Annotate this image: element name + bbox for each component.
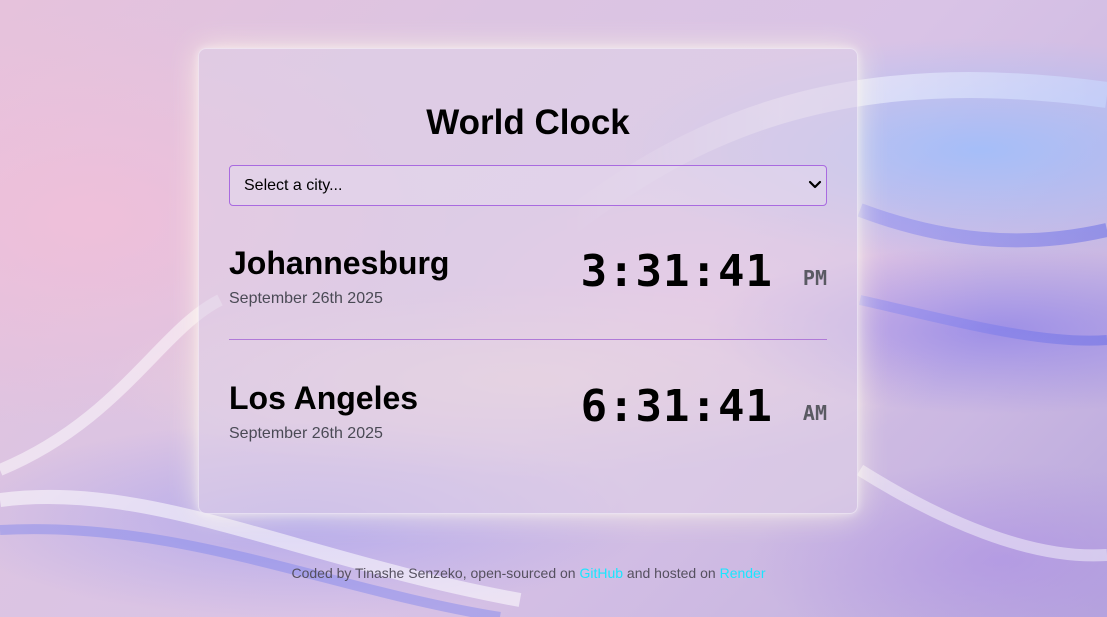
footer-middle: and hosted on [623,565,720,581]
page-title: World Clock [426,103,630,142]
city-date: September 26th 2025 [229,290,383,307]
city-row-los-angeles: Los Angeles September 26th 2025 6:31:41 … [229,340,827,473]
github-link[interactable]: GitHub [579,565,623,581]
city-row-johannesburg: Johannesburg September 26th 2025 3:31:41… [229,206,827,340]
city-ampm: AM [802,401,827,425]
city-name: Johannesburg [229,245,450,281]
city-time: 3:31:41 [580,246,773,297]
city-select[interactable]: Select a city... [229,165,827,206]
render-link[interactable]: Render [720,565,766,581]
city-name: Los Angeles [229,380,419,416]
chevron-down-icon [808,180,822,189]
footer: Coded by Tinashe Senzeko, open-sourced o… [0,565,1057,581]
city-time: 6:31:41 [580,381,773,432]
city-select-value: Select a city... [244,177,343,194]
city-ampm: PM [802,266,827,290]
world-clock-card: World Clock Select a city... Johannesbur… [198,48,858,514]
city-date: September 26th 2025 [229,425,383,442]
footer-prefix: Coded by Tinashe Senzeko, open-sourced o… [291,565,580,581]
